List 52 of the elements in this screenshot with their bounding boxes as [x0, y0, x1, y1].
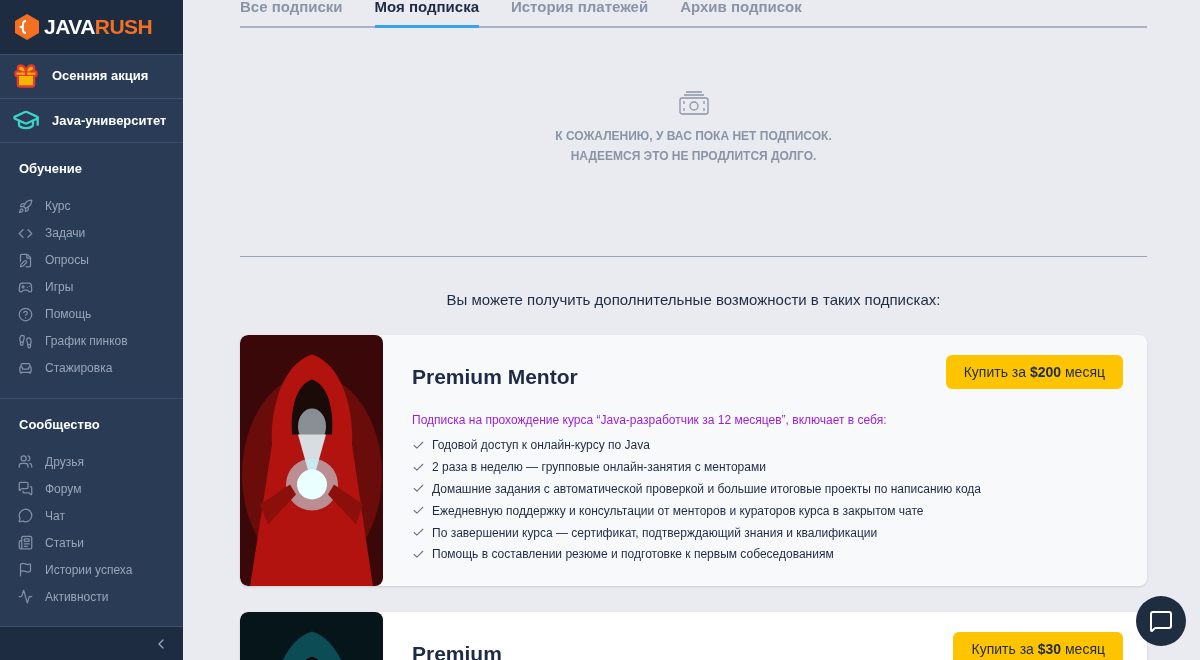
money-icon: [677, 89, 710, 116]
nav-item[interactable]: Статьи: [0, 529, 183, 557]
nav-item[interactable]: Игры: [0, 273, 183, 301]
nav-item[interactable]: Стажировка: [0, 354, 183, 382]
feature-text: Годовой доступ к онлайн-курсу по Java: [432, 437, 650, 455]
flag-icon: [18, 562, 33, 578]
nav-item[interactable]: Активности: [0, 583, 183, 611]
edit-icon: [18, 252, 33, 268]
logo-icon: [14, 12, 40, 41]
feature-text: Домашние задания с автоматической проверкой и большие итоговые проекты по написанию кода: [432, 481, 982, 498]
section-title: Сообщество: [18, 415, 101, 434]
tab[interactable]: Все подписки: [240, 0, 343, 28]
feature-text: 2 раза в неделю — групповые онлайн-занятия с менторами: [432, 459, 766, 477]
gift-icon: [12, 62, 40, 91]
tab[interactable]: Архив подписок: [680, 0, 802, 28]
chat-icon: [18, 508, 33, 524]
buy-button[interactable]: Купить за $30 месяц: [953, 632, 1123, 660]
tab[interactable]: История платежей: [511, 0, 649, 28]
nav-item[interactable]: Опросы: [0, 246, 183, 274]
help-icon: [18, 306, 33, 322]
plan-intro: Подписка на прохождение курса “Java-разработчик за 12 месяцев”, включает в себя:: [412, 411, 888, 429]
logo-text: JAVARUSH: [44, 14, 153, 41]
gamepad-icon: [18, 279, 33, 295]
tab[interactable]: Моя подписка: [374, 0, 479, 28]
forum-icon: [18, 481, 33, 497]
promo-item[interactable]: Осенняя акция: [0, 54, 183, 99]
activity-icon: [18, 589, 33, 605]
nav-item[interactable]: Чат: [0, 502, 183, 530]
feature-text: Помощь в составлении резюме и подготовке к первым собеседованиям: [432, 546, 834, 564]
nav-item[interactable]: Задачи: [0, 219, 183, 247]
feature-text: По завершении курса — сертификат, подтверждающий знания и квалификации: [432, 524, 878, 542]
chat-button[interactable]: [1136, 596, 1186, 646]
nav-item[interactable]: Истории успеха: [0, 556, 183, 584]
footprints-icon: [18, 333, 33, 349]
nav-item[interactable]: Курс: [0, 192, 183, 220]
nav-item[interactable]: Друзья: [0, 448, 183, 476]
users-icon: [18, 454, 33, 470]
plan-title: Premium Mentor: [412, 364, 578, 390]
section-title: Обучение: [18, 160, 84, 179]
chat-icon: [1149, 609, 1173, 633]
empty-message: К СОЖАЛЕНИЮ, У ВАС ПОКА НЕТ ПОДПИСОК.: [555, 127, 832, 145]
nav-item[interactable]: Форум: [0, 475, 183, 503]
promo-item[interactable]: Java-университет: [0, 98, 183, 144]
feature-text: Ежедневную поддержку и консультации от менторов и кураторов курса в закрытом чате: [432, 502, 924, 520]
offers-heading: Вы можете получить дополнительные возможности в таких подписках:: [445, 289, 942, 310]
newspaper-icon: [18, 535, 33, 551]
empty-message: НАДЕЕМСЯ ЭТО НЕ ПРОДЛИТСЯ ДОЛГО.: [570, 147, 817, 165]
chair-icon: [18, 360, 33, 376]
buy-button[interactable]: Купить за $200 месяц: [945, 355, 1123, 389]
rocket-icon: [18, 198, 33, 214]
nav-item[interactable]: Помощь: [0, 300, 183, 328]
nav-item[interactable]: График пинков: [0, 327, 183, 355]
